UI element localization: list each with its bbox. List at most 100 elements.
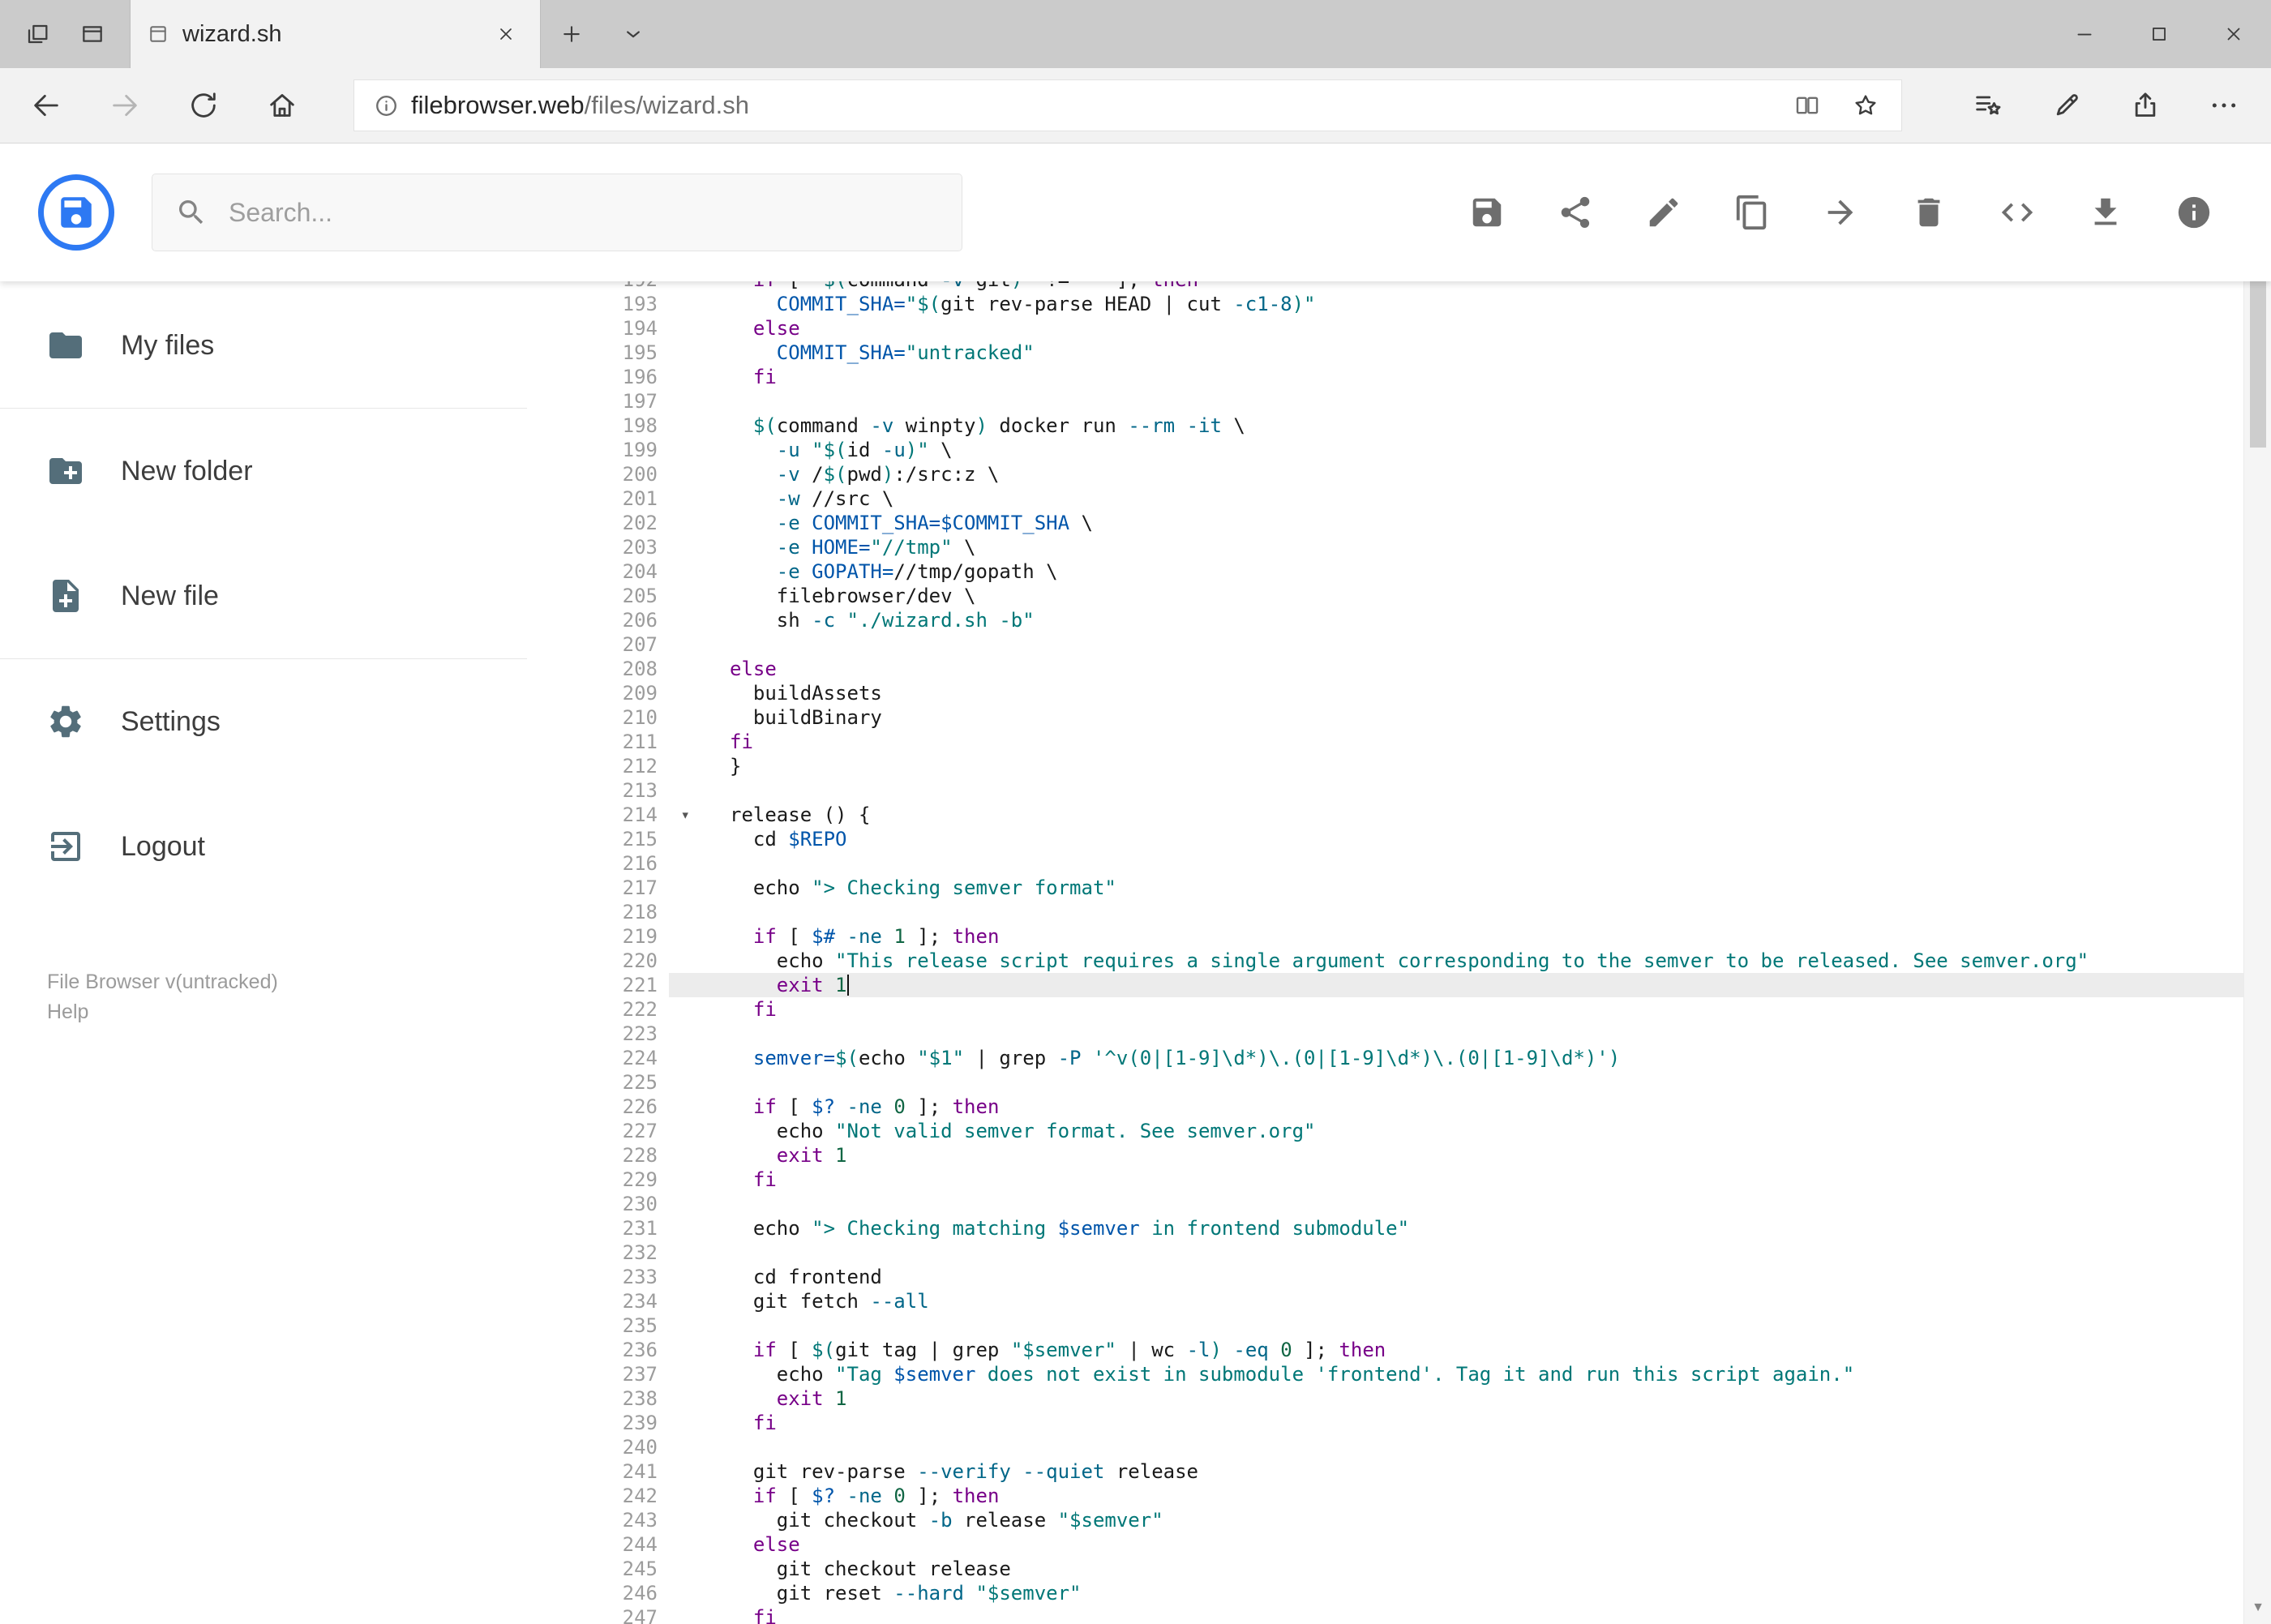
code-line-220[interactable]: echo "This release script requires a sin… [730, 949, 2271, 973]
tab-close-button[interactable] [488, 16, 524, 52]
code-line-218[interactable] [730, 900, 2271, 924]
code-line-221[interactable]: exit 1 [669, 973, 2271, 997]
code-line-246[interactable]: git reset --hard "$semver" [730, 1581, 2271, 1605]
code-line-217[interactable]: echo "> Checking semver format" [730, 876, 2271, 900]
save-button[interactable] [1468, 194, 1506, 231]
move-button[interactable] [1822, 194, 1859, 231]
code-line-201[interactable]: -w //src \ [730, 486, 2271, 511]
code-line-245[interactable]: git checkout release [730, 1557, 2271, 1581]
code-line-192[interactable]: if [ "$(command -v git)" != "" ]; then [730, 281, 2271, 292]
code-line-216[interactable] [730, 851, 2271, 876]
close-button[interactable] [2196, 0, 2271, 68]
code-line-212[interactable]: } [730, 754, 2271, 778]
code-line-228[interactable]: exit 1 [730, 1143, 2271, 1168]
editor-code[interactable]: if [ "$(command -v git)" != "" ]; then C… [669, 281, 2271, 1624]
code-line-197[interactable] [730, 389, 2271, 413]
tabs-preview-button[interactable] [65, 0, 120, 68]
delete-button[interactable] [1910, 194, 1947, 231]
back-button[interactable] [6, 68, 85, 144]
sidebar-item-logout[interactable]: Logout [0, 784, 527, 909]
code-line-224[interactable]: semver=$(echo "$1" | grep -P '^v(0|[1-9]… [730, 1046, 2271, 1070]
code-line-209[interactable]: buildAssets [730, 681, 2271, 705]
code-line-247[interactable]: fi [730, 1605, 2271, 1624]
minimize-button[interactable] [2047, 0, 2122, 68]
share-button[interactable] [2106, 68, 2184, 144]
copy-button[interactable] [1733, 194, 1771, 231]
code-line-236[interactable]: if [ $(git tag | grep "$semver" | wc -l)… [730, 1338, 2271, 1362]
site-info-button[interactable] [361, 92, 411, 119]
code-line-230[interactable] [730, 1192, 2271, 1216]
code-line-215[interactable]: cd $REPO [730, 827, 2271, 851]
code-editor[interactable]: 1921931941951961971981992002012022032042… [527, 281, 2271, 1624]
code-line-233[interactable]: cd frontend [730, 1265, 2271, 1289]
code-line-239[interactable]: fi [730, 1411, 2271, 1435]
code-line-202[interactable]: -e COMMIT_SHA=$COMMIT_SHA \ [730, 511, 2271, 535]
sidebar-item-new-folder[interactable]: New folder [0, 409, 527, 533]
raw-code-button[interactable] [1999, 194, 2036, 231]
help-link[interactable]: Help [47, 997, 88, 1027]
code-line-213[interactable] [730, 778, 2271, 803]
reading-view-button[interactable] [1778, 81, 1836, 130]
scroll-down-arrow[interactable]: ▼ [2244, 1593, 2271, 1622]
filebrowser-logo[interactable] [38, 174, 114, 251]
code-line-234[interactable]: git fetch --all [730, 1289, 2271, 1313]
new-tab-button[interactable] [541, 0, 602, 68]
forward-button[interactable] [85, 68, 164, 144]
code-line-198[interactable]: $(command -v winpty) docker run --rm -it… [730, 413, 2271, 438]
maximize-button[interactable] [2122, 0, 2196, 68]
sidebar-item-settings[interactable]: Settings [0, 659, 527, 784]
code-line-193[interactable]: COMMIT_SHA="$(git rev-parse HEAD | cut -… [730, 292, 2271, 316]
sidebar-item-my-files[interactable]: My files [0, 283, 527, 408]
refresh-button[interactable] [164, 68, 242, 144]
code-line-237[interactable]: echo "Tag $semver does not exist in subm… [730, 1362, 2271, 1386]
code-line-214[interactable]: release () { [730, 803, 2271, 827]
home-button[interactable] [242, 68, 321, 144]
code-line-194[interactable]: else [730, 316, 2271, 341]
annotate-button[interactable] [2027, 68, 2106, 144]
code-line-231[interactable]: echo "> Checking matching $semver in fro… [730, 1216, 2271, 1240]
code-line-240[interactable] [730, 1435, 2271, 1459]
code-line-205[interactable]: filebrowser/dev \ [730, 584, 2271, 608]
hub-button[interactable] [1948, 68, 2027, 144]
code-line-211[interactable]: fi [730, 730, 2271, 754]
code-line-199[interactable]: -u "$(id -u)" \ [730, 438, 2271, 462]
code-line-225[interactable] [730, 1070, 2271, 1095]
code-line-203[interactable]: -e HOME="//tmp" \ [730, 535, 2271, 559]
code-line-223[interactable] [730, 1022, 2271, 1046]
download-button[interactable] [2087, 194, 2124, 231]
code-line-242[interactable]: if [ $? -ne 0 ]; then [730, 1484, 2271, 1508]
code-line-204[interactable]: -e GOPATH=//tmp/gopath \ [730, 559, 2271, 584]
share-button[interactable] [1557, 194, 1594, 231]
tab-list-chevron-button[interactable] [602, 0, 664, 68]
set-tabs-aside-button[interactable] [10, 0, 65, 68]
more-options-button[interactable] [2184, 68, 2263, 144]
code-line-222[interactable]: fi [730, 997, 2271, 1022]
favorite-star-button[interactable] [1836, 81, 1895, 130]
code-line-196[interactable]: fi [730, 365, 2271, 389]
code-line-241[interactable]: git rev-parse --verify --quiet release [730, 1459, 2271, 1484]
code-line-226[interactable]: if [ $? -ne 0 ]; then [730, 1095, 2271, 1119]
sidebar-item-new-file[interactable]: New file [0, 533, 527, 658]
rename-button[interactable] [1645, 194, 1682, 231]
browser-tab[interactable]: wizard.sh [130, 0, 541, 68]
code-line-207[interactable] [730, 632, 2271, 657]
info-button[interactable] [2175, 194, 2213, 231]
code-line-208[interactable]: else [730, 657, 2271, 681]
code-line-200[interactable]: -v /$(pwd):/src:z \ [730, 462, 2271, 486]
page-scrollbar[interactable]: ▲ ▼ [2243, 144, 2271, 1624]
address-bar[interactable]: filebrowser.web/files/wizard.sh [354, 79, 1902, 131]
fold-marker-icon[interactable]: ▾ [681, 803, 690, 827]
code-line-232[interactable] [730, 1240, 2271, 1265]
code-line-206[interactable]: sh -c "./wizard.sh -b" [730, 608, 2271, 632]
search-input[interactable] [229, 197, 939, 228]
code-line-195[interactable]: COMMIT_SHA="untracked" [730, 341, 2271, 365]
search-box[interactable] [152, 174, 962, 251]
code-line-227[interactable]: echo "Not valid semver format. See semve… [730, 1119, 2271, 1143]
code-line-235[interactable] [730, 1313, 2271, 1338]
code-line-243[interactable]: git checkout -b release "$semver" [730, 1508, 2271, 1532]
code-line-210[interactable]: buildBinary [730, 705, 2271, 730]
code-line-238[interactable]: exit 1 [730, 1386, 2271, 1411]
code-line-244[interactable]: else [730, 1532, 2271, 1557]
code-line-219[interactable]: if [ $# -ne 1 ]; then [730, 924, 2271, 949]
code-line-229[interactable]: fi [730, 1168, 2271, 1192]
